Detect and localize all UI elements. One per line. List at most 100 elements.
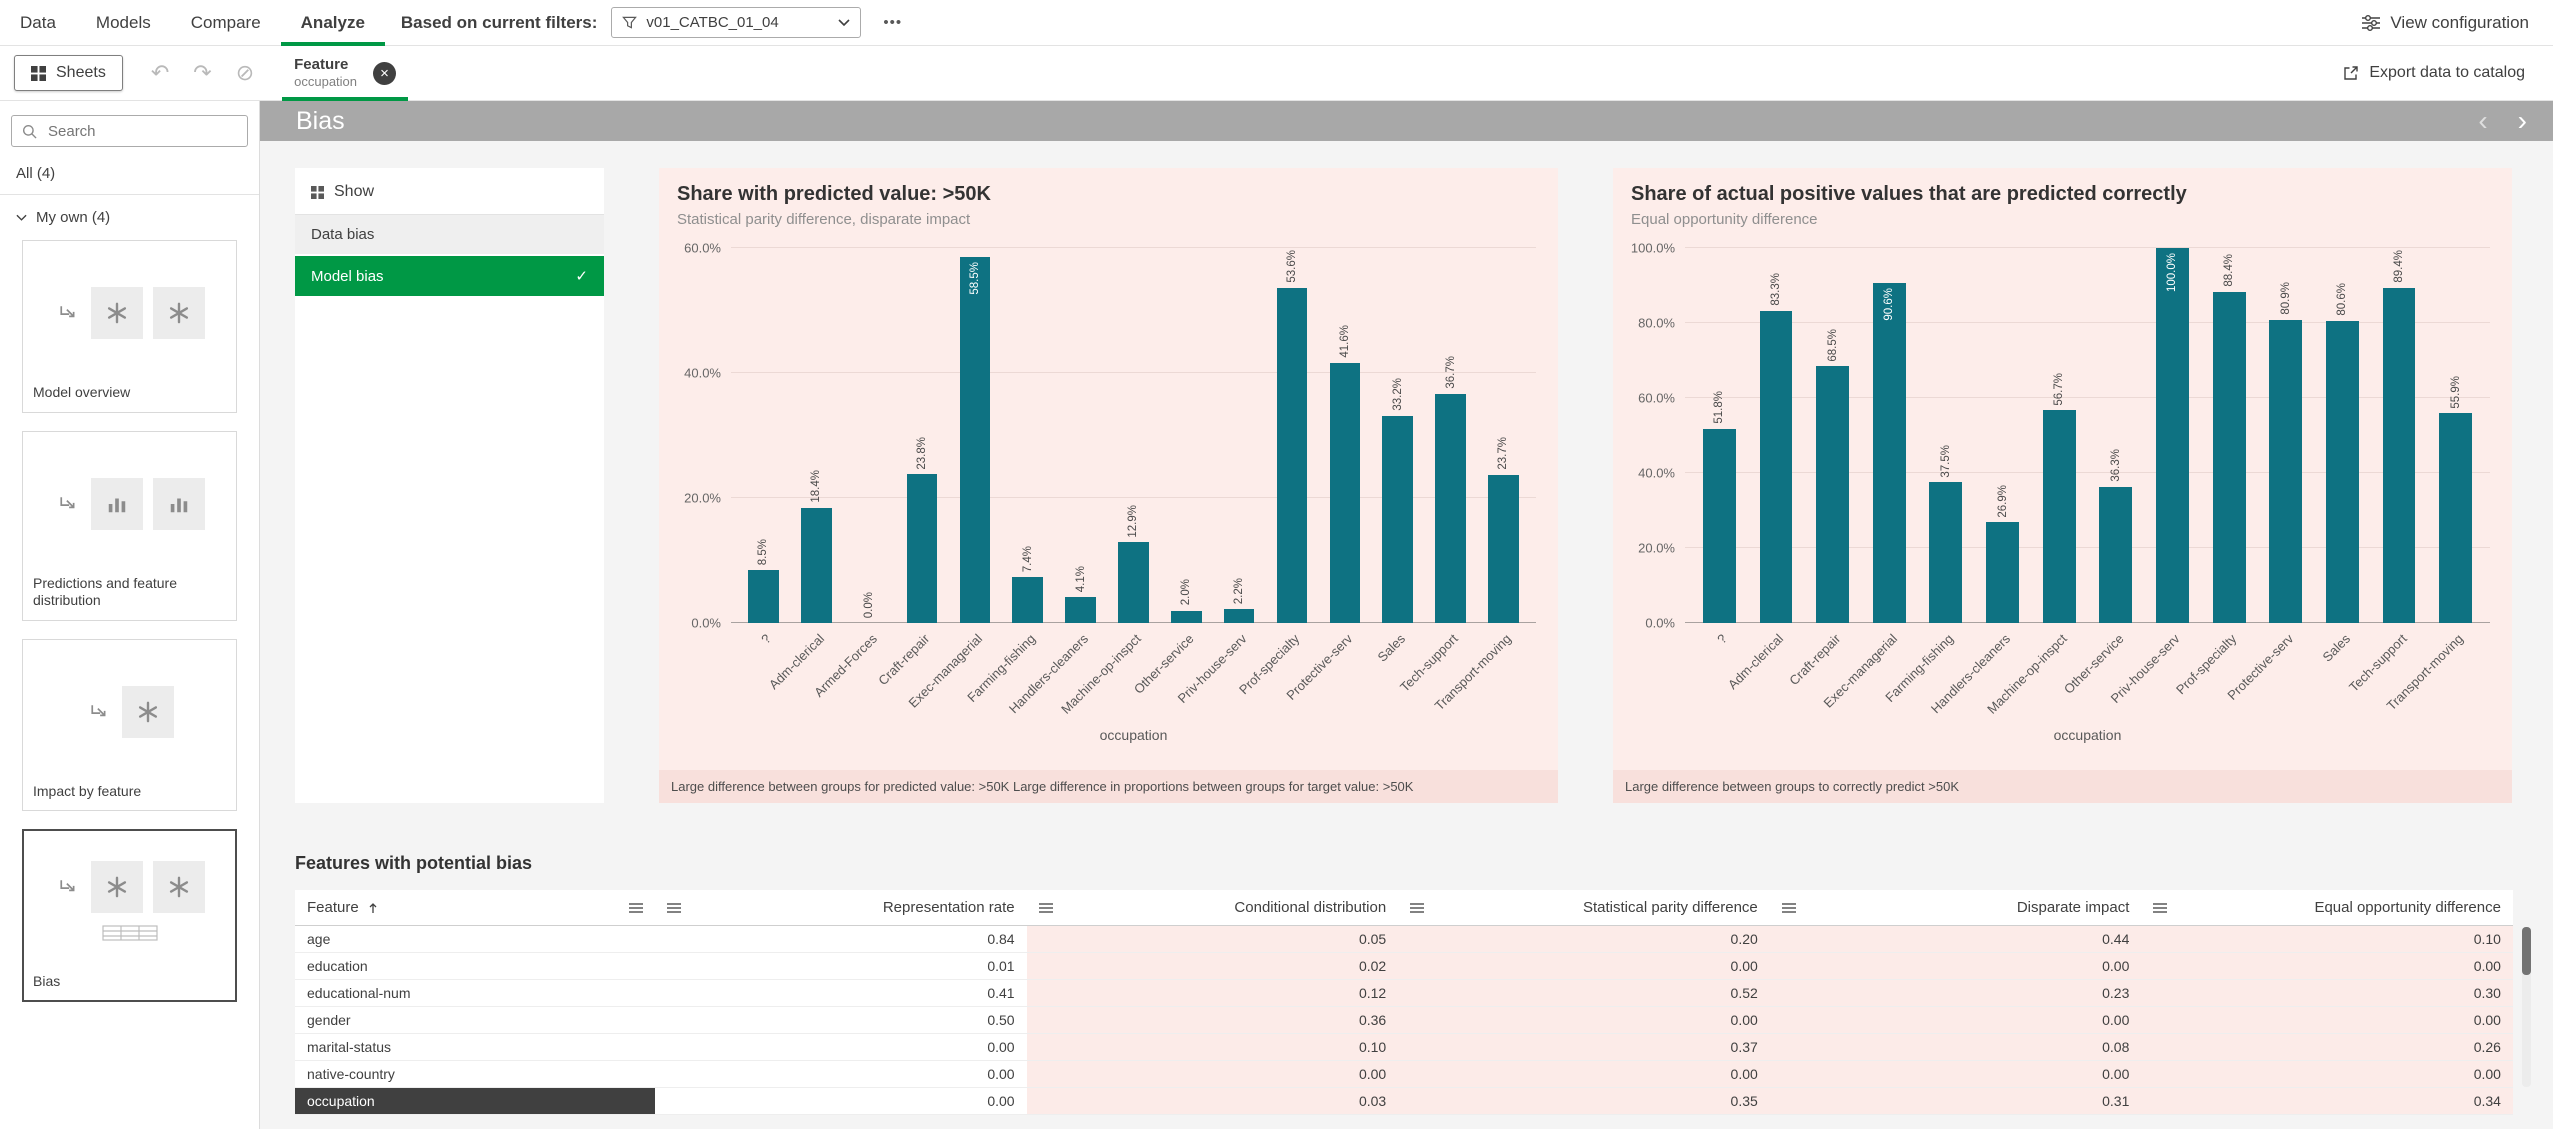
table-row-education[interactable]: education0.010.020.000.000.00 — [295, 953, 2513, 980]
export-data-button[interactable]: Export data to catalog — [2337, 63, 2531, 83]
column-header-representation-rate[interactable]: Representation rate — [655, 899, 1027, 916]
search-input[interactable] — [46, 122, 237, 141]
sheets-button[interactable]: Sheets — [14, 55, 123, 91]
x-tick-label: Sales — [2319, 631, 2353, 665]
bar-protective-serv[interactable]: 41.6% — [1330, 363, 1361, 623]
nav-tab-data[interactable]: Data — [0, 0, 76, 46]
column-menu-icon[interactable] — [1039, 902, 1053, 914]
table-row-occupation[interactable]: occupation0.000.030.350.310.34 — [295, 1088, 2513, 1115]
feature-cell[interactable]: education — [295, 953, 655, 979]
table-row-age[interactable]: age0.840.050.200.440.10 — [295, 926, 2513, 953]
bar-[interactable]: 51.8% — [1703, 429, 1736, 623]
bar-adm-clerical[interactable]: 18.4% — [801, 508, 832, 623]
bar-prof-specialty[interactable]: 88.4% — [2213, 292, 2246, 624]
x-tick-label: ? — [758, 631, 774, 647]
bar-transport-moving[interactable]: 55.9% — [2439, 413, 2472, 623]
value-cell: 0.03 — [1027, 1088, 1399, 1114]
nav-tab-analyze[interactable]: Analyze — [281, 0, 385, 46]
show-item-model-bias[interactable]: Model bias✓ — [295, 256, 604, 296]
bar-adm-clerical[interactable]: 83.3% — [1760, 311, 1793, 623]
search-icon — [22, 124, 37, 139]
sheet-card-model-overview[interactable]: Model overview — [22, 240, 237, 413]
nav-tab-compare[interactable]: Compare — [171, 0, 281, 46]
sheet-card-impact-by-feature[interactable]: Impact by feature — [22, 639, 237, 812]
show-item-data-bias[interactable]: Data bias — [295, 215, 604, 254]
sheet-thumbnail — [31, 648, 228, 776]
bar-slot: 83.3% — [1748, 248, 1805, 623]
bar-exec-managerial[interactable]: 58.5% — [960, 257, 991, 623]
table-row-native-country[interactable]: native-country0.000.000.000.000.00 — [295, 1061, 2513, 1088]
filter-dropdown[interactable]: v01_CATBC_01_04 — [611, 7, 861, 38]
bar-sales[interactable]: 33.2% — [1382, 416, 1413, 624]
bar-machine-op-inspct[interactable]: 56.7% — [2043, 410, 2076, 623]
sheet-card-predictions-and-feature-distribution[interactable]: Predictions and feature distribution — [22, 431, 237, 621]
feature-cell[interactable]: educational-num — [295, 980, 655, 1006]
y-tick-label: 20.0% — [684, 491, 721, 506]
chevron-left-icon[interactable]: ‹ — [2478, 107, 2487, 135]
value-cell: 0.00 — [1398, 953, 1770, 979]
clear-selections-icon[interactable]: ⊘ — [236, 60, 254, 86]
bar-craft-repair[interactable]: 23.8% — [907, 474, 938, 623]
sheet-card-bias[interactable]: Bias — [22, 829, 237, 1002]
chevron-right-icon[interactable]: › — [2518, 107, 2527, 135]
bar-other-service[interactable]: 36.3% — [2099, 487, 2132, 623]
bar-farming-fishing[interactable]: 7.4% — [1012, 577, 1043, 623]
bar-handlers-cleaners[interactable]: 4.1% — [1065, 597, 1096, 623]
sliders-icon — [2362, 15, 2380, 31]
column-header-conditional-distribution[interactable]: Conditional distribution — [1027, 899, 1399, 916]
bar-tech-support[interactable]: 89.4% — [2383, 288, 2416, 623]
sort-ascending-icon[interactable] — [368, 902, 378, 914]
feature-cell[interactable]: native-country — [295, 1061, 655, 1087]
feature-cell[interactable]: occupation — [295, 1088, 655, 1114]
feature-cell[interactable]: age — [295, 926, 655, 952]
chart-footer-note: Large difference between groups for pred… — [659, 770, 1558, 803]
y-tick-label: 40.0% — [1638, 466, 1675, 481]
search-box — [11, 115, 248, 147]
column-menu-icon[interactable] — [1782, 902, 1796, 914]
column-header-feature[interactable]: Feature — [295, 899, 655, 916]
bar-prof-specialty[interactable]: 53.6% — [1277, 288, 1308, 623]
column-menu-icon[interactable] — [2153, 902, 2167, 914]
table-row-educational-num[interactable]: educational-num0.410.120.520.230.30 — [295, 980, 2513, 1007]
bar-value-label: 68.5% — [1827, 329, 1839, 362]
bar-protective-serv[interactable]: 80.9% — [2269, 320, 2302, 623]
bar-sales[interactable]: 80.6% — [2326, 321, 2359, 623]
bar-craft-repair[interactable]: 68.5% — [1816, 366, 1849, 623]
bar-tech-support[interactable]: 36.7% — [1435, 394, 1466, 623]
more-options-button[interactable]: ••• — [877, 13, 908, 32]
table-row-gender[interactable]: gender0.500.360.000.000.00 — [295, 1007, 2513, 1034]
open-icon — [55, 300, 81, 326]
selections-forward-icon[interactable]: ↷ — [193, 60, 211, 86]
bar-machine-op-inspct[interactable]: 12.9% — [1118, 542, 1149, 623]
column-header-disparate-impact[interactable]: Disparate impact — [1770, 899, 2142, 916]
bar-handlers-cleaners[interactable]: 26.9% — [1986, 522, 2019, 623]
bar-priv-house-serv[interactable]: 2.2% — [1224, 609, 1255, 623]
bar-priv-house-serv[interactable]: 100.0% — [2156, 248, 2189, 623]
column-header-statistical-parity-difference[interactable]: Statistical parity difference — [1398, 899, 1770, 916]
bar-other-service[interactable]: 2.0% — [1171, 611, 1202, 624]
value-cell: 0.08 — [1770, 1034, 2142, 1060]
feature-cell[interactable]: marital-status — [295, 1034, 655, 1060]
bar-exec-managerial[interactable]: 90.6% — [1873, 283, 1906, 623]
value-cell: 0.35 — [1398, 1088, 1770, 1114]
table-scrollbar[interactable] — [2522, 927, 2531, 1087]
bar-[interactable]: 8.5% — [748, 570, 779, 623]
column-menu-icon[interactable] — [667, 902, 681, 914]
nav-tab-models[interactable]: Models — [76, 0, 171, 46]
column-menu-icon[interactable] — [629, 902, 643, 914]
view-configuration-button[interactable]: View configuration — [2356, 12, 2535, 34]
close-tab-icon[interactable]: × — [373, 62, 396, 85]
bar-farming-fishing[interactable]: 37.5% — [1929, 482, 1962, 623]
selections-back-icon[interactable]: ↶ — [151, 60, 169, 86]
show-item-label: Data bias — [311, 226, 374, 243]
scrollbar-thumb[interactable] — [2522, 927, 2531, 975]
group-my-own[interactable]: My own (4) — [16, 209, 243, 226]
table-row-marital-status[interactable]: marital-status0.000.100.370.080.26 — [295, 1034, 2513, 1061]
tab-feature-occupation[interactable]: Feature occupation × — [282, 46, 408, 101]
nav-tabs: DataModelsCompareAnalyze — [0, 0, 385, 45]
y-tick-label: 100.0% — [1631, 241, 1675, 256]
column-menu-icon[interactable] — [1410, 902, 1424, 914]
column-header-equal-opportunity-difference[interactable]: Equal opportunity difference — [2141, 899, 2513, 916]
bar-transport-moving[interactable]: 23.7% — [1488, 475, 1519, 623]
feature-cell[interactable]: gender — [295, 1007, 655, 1033]
